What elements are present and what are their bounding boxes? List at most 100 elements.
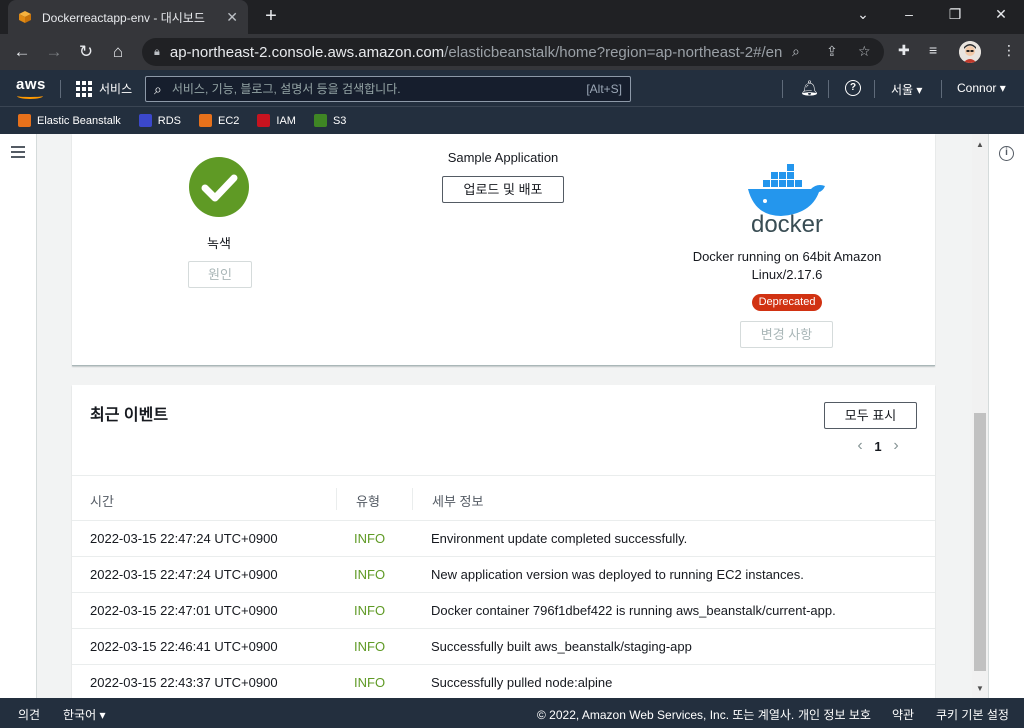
home-icon[interactable]: ⌂ — [107, 41, 129, 63]
tab-close-icon[interactable]: ✕ — [226, 9, 238, 26]
search-shortcut-hint: [Alt+S] — [586, 82, 622, 96]
event-detail: Environment update completed successfull… — [431, 531, 688, 546]
minimize-icon[interactable]: – — [899, 6, 919, 22]
terms-link[interactable]: 약관 — [892, 706, 914, 723]
new-tab-button[interactable]: + — [260, 5, 282, 27]
region-selector[interactable]: 서울 ▾ — [891, 81, 922, 98]
menu-kebab-icon[interactable]: ⋮ — [1002, 42, 1016, 59]
profile-avatar[interactable] — [959, 41, 981, 63]
console-footer: 의견 한국어 ▾ © 2022, Amazon Web Services, In… — [0, 698, 1024, 728]
table-row: 2022-03-15 22:46:41 UTC+0900 INFO Succes… — [72, 629, 935, 665]
recent-events-panel: 최근 이벤트 모두 표시 ‹ 1 › 시간 유형 세부 정보 2022-03-1… — [72, 385, 935, 698]
header-divider — [828, 80, 829, 98]
favorite-s3[interactable]: S3 — [313, 114, 346, 127]
health-status-label: 녹색 — [207, 236, 231, 251]
causes-button[interactable]: 원인 — [188, 261, 252, 288]
event-detail: Docker container 796f1dbef422 is running… — [431, 603, 836, 618]
events-table-header: 시간 유형 세부 정보 — [72, 475, 935, 521]
copyright-text: © 2022, Amazon Web Services, Inc. 또는 계열사… — [537, 708, 795, 722]
events-title: 최근 이벤트 — [90, 407, 169, 424]
show-all-button[interactable]: 모두 표시 — [824, 402, 917, 429]
extensions-icon[interactable]: ✚ — [898, 42, 910, 59]
console-search[interactable]: ⌕ [Alt+S] — [145, 76, 631, 102]
column-details[interactable]: 세부 정보 — [432, 491, 483, 510]
url-text: ap-northeast-2.console.aws.amazon.com/el… — [169, 43, 782, 61]
deprecated-badge: Deprecated — [752, 294, 822, 311]
tab-search-icon[interactable]: ⌄ — [853, 6, 873, 23]
current-page[interactable]: 1 — [870, 439, 886, 454]
services-grid-icon — [76, 80, 92, 97]
window-close-icon[interactable]: ✕ — [991, 6, 1011, 23]
change-platform-button[interactable]: 변경 사항 — [740, 321, 833, 348]
favorite-ec2[interactable]: EC2 — [199, 114, 239, 127]
console-search-input[interactable] — [171, 82, 587, 96]
hamburger-menu-icon[interactable] — [11, 146, 25, 161]
favorite-rds[interactable]: RDS — [138, 114, 181, 127]
event-time: 2022-03-15 22:47:24 UTC+0900 — [90, 567, 278, 582]
forward-icon[interactable]: → — [43, 41, 65, 63]
browser-tab[interactable]: Dockerreactapp-env - 대시보드 ✕ — [8, 0, 248, 34]
scroll-down-icon[interactable]: ▼ — [974, 684, 986, 693]
aws-smile-icon — [17, 93, 43, 99]
feedback-link[interactable]: 의견 — [18, 706, 40, 723]
upload-deploy-button[interactable]: 업로드 및 배포 — [442, 176, 564, 203]
aws-cube-icon — [19, 11, 31, 23]
column-time[interactable]: 시간 — [90, 491, 114, 510]
event-time: 2022-03-15 22:46:41 UTC+0900 — [90, 639, 278, 654]
event-time: 2022-03-15 22:47:24 UTC+0900 — [90, 531, 278, 546]
event-time: 2022-03-15 22:43:37 UTC+0900 — [90, 675, 278, 690]
event-type: INFO — [354, 639, 386, 654]
scroll-up-icon[interactable]: ▲ — [974, 140, 986, 149]
left-nav-rail — [0, 134, 37, 698]
services-menu[interactable]: 서비스 — [76, 80, 132, 97]
rds-icon — [138, 114, 152, 127]
language-selector[interactable]: 한국어 ▾ — [63, 706, 105, 723]
scrollbar-thumb[interactable] — [974, 413, 986, 671]
privacy-link[interactable]: 개인 정보 보호 — [798, 706, 871, 723]
header-divider — [60, 80, 61, 98]
bookmark-star-icon[interactable]: ☆ — [858, 43, 871, 60]
next-page-icon[interactable]: › — [886, 437, 906, 455]
lock-icon: 🔒︎ — [154, 45, 160, 58]
favorite-iam[interactable]: IAM — [257, 114, 296, 127]
event-detail: Successfully built aws_beanstalk/staging… — [431, 639, 692, 654]
docker-wordmark: docker — [751, 211, 823, 234]
avatar-face-icon — [959, 41, 981, 63]
account-menu[interactable]: Connor ▾ — [957, 81, 1006, 95]
environment-overview-panel: 녹색 원인 Sample Application 업로드 및 배포 docker… — [72, 134, 935, 366]
favorite-elastic-beanstalk[interactable]: Elastic Beanstalk — [18, 114, 121, 127]
help-icon[interactable]: ? — [845, 80, 861, 96]
ec2-icon — [199, 114, 212, 127]
event-detail: Successfully pulled node:alpine — [431, 675, 613, 690]
reload-icon[interactable]: ↻ — [75, 41, 97, 63]
notifications-bell-icon[interactable]: 🔔︎ — [800, 79, 819, 97]
aws-console-header: aws 서비스 ⌕ [Alt+S] 🔔︎ ? 서울 ▾ Connor ▾ — [0, 70, 1024, 106]
s3-icon — [313, 114, 327, 127]
event-type: INFO — [354, 567, 386, 582]
header-divider — [874, 80, 875, 98]
browser-tab-strip: Dockerreactapp-env - 대시보드 ✕ + ⌄ – ❐ ✕ — [0, 0, 1024, 34]
restore-icon[interactable]: ❐ — [945, 6, 965, 23]
browser-toolbar: ← → ↻ ⌂ 🔒︎ ap-northeast-2.console.aws.am… — [0, 34, 1024, 70]
info-icon[interactable]: i — [999, 146, 1014, 161]
event-time: 2022-03-15 22:47:01 UTC+0900 — [90, 603, 278, 618]
back-icon[interactable]: ← — [11, 41, 33, 63]
table-row: 2022-03-15 22:43:37 UTC+0900 INFO Succes… — [72, 665, 935, 698]
table-row: 2022-03-15 22:47:24 UTC+0900 INFO New ap… — [72, 557, 935, 593]
cookie-preferences-link[interactable]: 쿠키 기본 설정 — [936, 706, 1009, 723]
search-icon: ⌕ — [154, 80, 162, 97]
health-ok-icon — [189, 157, 249, 217]
column-type[interactable]: 유형 — [356, 491, 380, 510]
table-row: 2022-03-15 22:47:24 UTC+0900 INFO Enviro… — [72, 521, 935, 557]
aws-logo[interactable]: aws — [16, 76, 46, 99]
prev-page-icon[interactable]: ‹ — [850, 437, 870, 455]
media-control-icon[interactable]: ≡ — [929, 42, 937, 58]
event-type: INFO — [354, 675, 386, 690]
event-type: INFO — [354, 531, 386, 546]
right-help-rail: i — [988, 134, 1024, 698]
running-version-label: Sample Application — [447, 150, 559, 165]
share-icon[interactable]: ⇪ — [826, 43, 838, 60]
address-bar[interactable]: 🔒︎ ap-northeast-2.console.aws.amazon.com… — [142, 38, 884, 66]
docker-logo-icon: docker — [748, 164, 825, 234]
search-page-icon[interactable]: ⌕ — [792, 43, 800, 60]
